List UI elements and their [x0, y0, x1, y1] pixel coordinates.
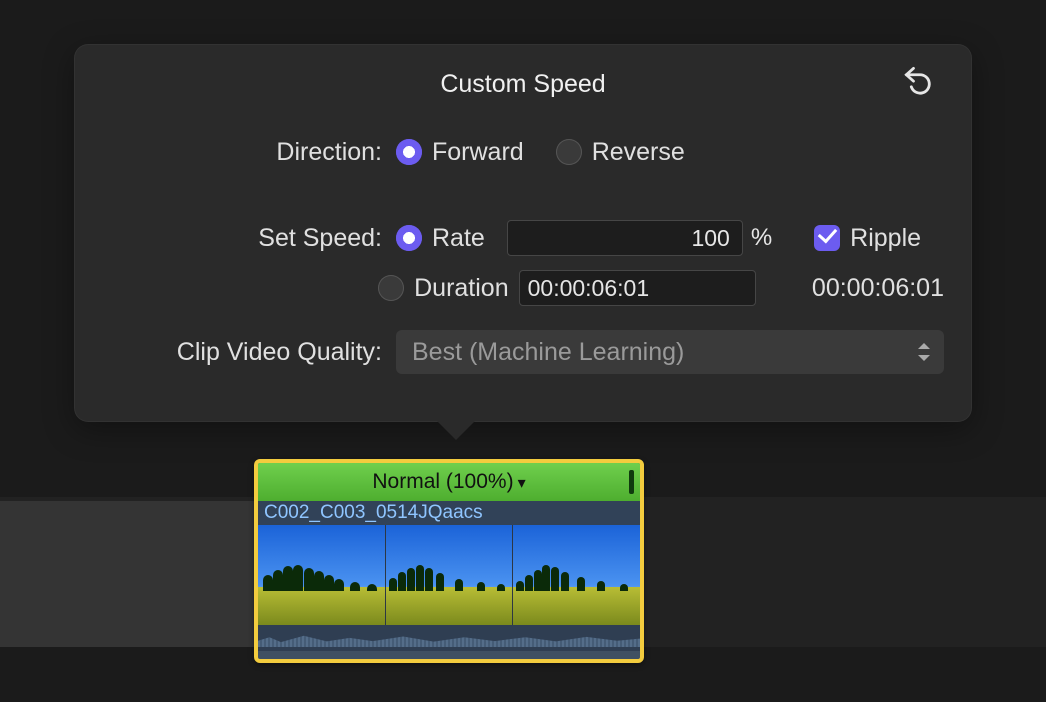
clip-quality-select[interactable]: Best (Machine Learning) — [396, 330, 944, 374]
clip-name: C002_C003_0514JQaacs — [258, 501, 640, 525]
set-speed-label: Set Speed: — [102, 224, 396, 253]
clip-thumbnail — [385, 525, 513, 625]
direction-reverse-label: Reverse — [592, 138, 685, 167]
clip-speed-label: Normal (100%) — [372, 470, 513, 494]
ripple-checkbox[interactable] — [814, 225, 840, 251]
clip-audio-waveform — [258, 625, 640, 651]
clip-quality-value: Best (Machine Learning) — [412, 338, 684, 367]
set-speed-duration-row: Duration 00:00:06:01 00:00:06:01 — [102, 268, 944, 308]
clip-quality-row: Clip Video Quality: Best (Machine Learni… — [102, 332, 944, 372]
popover-title: Custom Speed — [440, 70, 605, 99]
duration-static: 00:00:06:01 — [812, 274, 944, 303]
clip-quality-label: Clip Video Quality: — [102, 338, 396, 367]
direction-forward-radio[interactable] — [396, 139, 422, 165]
duration-input[interactable]: 00:00:06:01 — [519, 270, 756, 306]
chevron-down-icon: ▾ — [518, 473, 526, 493]
ripple-label: Ripple — [850, 224, 921, 253]
clip-thumbnail — [512, 525, 640, 625]
clip-thumbnail — [258, 525, 385, 625]
set-speed-duration-radio[interactable] — [378, 275, 404, 301]
clip-speed-bar[interactable]: Normal (100%) ▾ — [258, 463, 640, 501]
set-speed-rate-radio[interactable] — [396, 225, 422, 251]
clip-speed-handle[interactable] — [629, 470, 634, 494]
clip-thumbnails — [258, 525, 640, 625]
timeline-clip[interactable]: Normal (100%) ▾ C002_C003_0514JQaacs — [254, 459, 644, 663]
timeline-track — [0, 501, 254, 647]
rate-input[interactable]: 100 — [507, 220, 743, 256]
set-speed-rate-label: Rate — [432, 224, 485, 253]
direction-forward-label: Forward — [432, 138, 524, 167]
percent-label: % — [751, 224, 772, 252]
set-speed-rate-row: Set Speed: Rate 100 % Ripple — [102, 218, 944, 258]
popover-header: Custom Speed — [102, 66, 944, 102]
set-speed-duration-label: Duration — [414, 274, 509, 303]
custom-speed-popover: Custom Speed Direction: Forward Reverse … — [74, 44, 972, 422]
reset-icon[interactable] — [900, 62, 934, 96]
direction-reverse-radio[interactable] — [556, 139, 582, 165]
direction-row: Direction: Forward Reverse — [102, 132, 944, 172]
direction-label: Direction: — [102, 138, 396, 167]
